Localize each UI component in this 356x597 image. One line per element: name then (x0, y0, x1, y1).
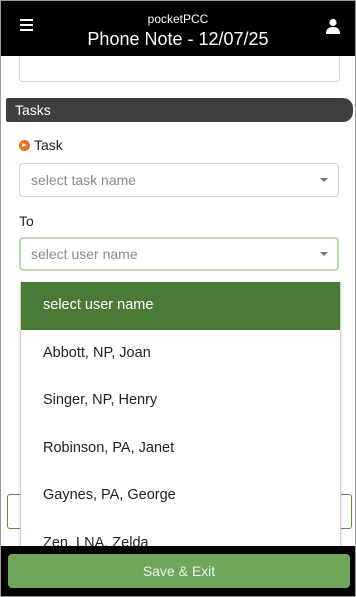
footer-bar: Save & Exit (1, 546, 355, 596)
chevron-down-icon (320, 178, 328, 182)
task-label-text: Task (34, 137, 63, 153)
task-select-placeholder: select task name (31, 172, 137, 188)
chevron-down-icon (320, 252, 328, 256)
dropdown-option[interactable]: Robinson, PA, Janet (21, 425, 340, 473)
dropdown-option[interactable]: Zen, LNA, Zelda (21, 520, 340, 547)
to-select-placeholder: select user name (31, 246, 138, 262)
task-select[interactable]: select task name (19, 163, 339, 197)
previous-field-box[interactable] (19, 56, 340, 82)
form-content: Tasks Task select task name To select us… (1, 56, 355, 546)
to-field-label: To (19, 213, 34, 229)
app-name: pocketPCC (147, 12, 209, 26)
task-field-label: Task (19, 137, 63, 153)
page-title: Phone Note - 12/07/25 (87, 29, 269, 49)
dropdown-option[interactable]: Abbott, NP, Joan (21, 330, 340, 378)
save-exit-button[interactable]: Save & Exit (8, 554, 350, 588)
required-arrow-icon (19, 140, 30, 151)
user-icon[interactable] (325, 18, 341, 34)
user-dropdown-list[interactable]: select user name Abbott, NP, Joan Singer… (20, 282, 341, 546)
app-header: pocketPCC Phone Note - 12/07/25 (1, 1, 355, 56)
tasks-section-header: Tasks (6, 98, 353, 122)
app-frame: pocketPCC Phone Note - 12/07/25 Tasks Ta… (0, 0, 356, 597)
to-user-select[interactable]: select user name (19, 237, 339, 271)
dropdown-option-selected[interactable]: select user name (21, 282, 340, 330)
dropdown-option[interactable]: Gaynes, PA, George (21, 472, 340, 520)
dropdown-option[interactable]: Singer, NP, Henry (21, 377, 340, 425)
